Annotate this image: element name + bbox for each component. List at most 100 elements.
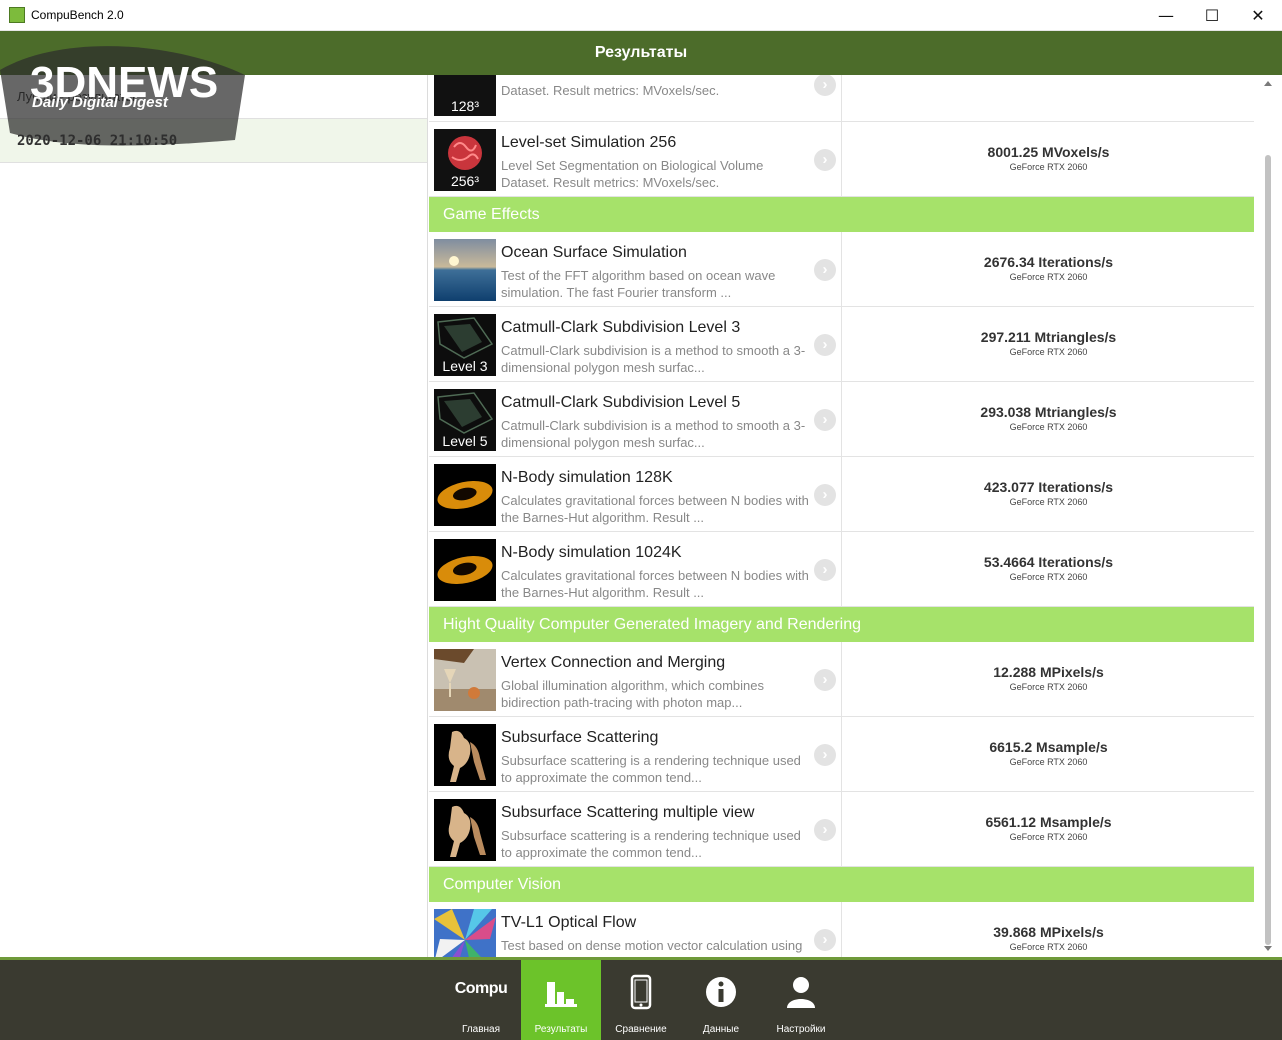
benchmark-row[interactable]: 128³ Dataset. Result metrics: MVoxels/sec…	[429, 75, 1254, 122]
benchmark-score: 2676.34 Iterations/s	[983, 254, 1114, 270]
bottom-navbar: Compu Главная Результаты Сравнение Данны…	[0, 957, 1282, 1040]
maximize-button[interactable]: ☐	[1189, 0, 1235, 31]
chevron-right-icon[interactable]: ›	[814, 149, 836, 171]
benchmark-thumbnail	[434, 909, 496, 957]
nav-settings[interactable]: Настройки	[761, 960, 841, 1040]
benchmark-thumbnail: Level 3	[434, 314, 496, 376]
benchmark-score: 423.077 Iterations/s	[983, 479, 1114, 495]
result-session-item[interactable]: 2020-12-06 21:10:50	[0, 118, 427, 163]
benchmark-description: Test of the FFT algorithm based on ocean…	[501, 268, 776, 300]
bar-chart-icon	[545, 982, 577, 1007]
benchmark-title: Subsurface Scattering	[501, 729, 659, 746]
benchmark-description: Calculates gravitational forces between …	[501, 568, 809, 600]
benchmark-row[interactable]: Level 3 Catmull-Clark Subdivision Level 3…	[429, 307, 1254, 382]
benchmark-thumbnail	[434, 649, 496, 711]
result-session-date: 2020-12-06 21:10:50	[17, 133, 178, 149]
device-name: GeForce RTX 2060	[1009, 682, 1088, 692]
device-name: GeForce RTX 2060	[1009, 162, 1088, 172]
benchmark-image	[434, 539, 496, 601]
benchmark-row[interactable]: N-Body simulation 128K Calculates gravita…	[429, 457, 1254, 532]
compu-logo: Compu	[454, 980, 508, 997]
benchmark-row[interactable]: Subsurface Scattering multiple view Subsu…	[429, 792, 1254, 867]
benchmark-description: Subsurface scattering is a rendering tec…	[501, 828, 801, 860]
results-list[interactable]: 128³ Dataset. Result metrics: MVoxels/sec…	[429, 75, 1254, 957]
best-results-heading: Лучшие результаты	[17, 89, 136, 104]
result-cell: 12.288 MPixels/s GeForce RTX 2060	[841, 642, 1254, 716]
chevron-right-icon[interactable]: ›	[814, 744, 836, 766]
chevron-right-icon[interactable]: ›	[814, 75, 836, 96]
phone-icon	[630, 974, 652, 1010]
close-button[interactable]: ✕	[1235, 0, 1281, 31]
benchmark-title: N-Body simulation 1024K	[501, 544, 682, 561]
page-title: Результаты	[594, 44, 688, 61]
device-name: GeForce RTX 2060	[1009, 832, 1088, 842]
nav-settings-label: Настройки	[776, 1024, 826, 1035]
benchmark-score: 297.211 Mtriangles/s	[980, 329, 1117, 345]
benchmark-image	[434, 909, 496, 957]
benchmark-row[interactable]: Ocean Surface Simulation Test of the FFT …	[429, 232, 1254, 307]
nav-data[interactable]: Данные	[681, 960, 761, 1040]
benchmark-score: 53.4664 Iterations/s	[983, 554, 1114, 570]
chevron-right-icon[interactable]: ›	[814, 559, 836, 581]
benchmark-title: Vertex Connection and Merging	[501, 654, 726, 671]
benchmark-title: Subsurface Scattering multiple view	[501, 804, 755, 821]
thumbnail-label: 128³	[450, 98, 480, 114]
result-cell: 6561.12 Msample/s GeForce RTX 2060	[841, 792, 1254, 866]
device-name: GeForce RTX 2060	[1009, 272, 1088, 282]
benchmark-image	[434, 649, 496, 711]
benchmark-title: Level-set Simulation 256	[501, 134, 677, 151]
benchmark-score: 39.868 MPixels/s	[993, 924, 1104, 940]
scroll-up-arrow[interactable]	[1264, 81, 1272, 86]
benchmark-thumbnail	[434, 239, 496, 301]
benchmark-thumbnail: 256³	[434, 129, 496, 191]
benchmark-row[interactable]: Level 5 Catmull-Clark Subdivision Level 5…	[429, 382, 1254, 457]
app-icon	[9, 7, 25, 23]
result-cell: 297.211 Mtriangles/s GeForce RTX 2060	[841, 307, 1254, 381]
nav-home[interactable]: Compu Главная	[441, 960, 521, 1040]
benchmark-row[interactable]: 256³ Level-set Simulation 256 Level Set Se…	[429, 122, 1254, 197]
user-icon	[787, 977, 815, 1008]
benchmark-row[interactable]: Vertex Connection and Merging Global illu…	[429, 642, 1254, 717]
info-icon	[706, 977, 736, 1007]
nav-compare[interactable]: Сравнение	[601, 960, 681, 1040]
benchmark-description: Dataset. Result metrics: MVoxels/sec.	[501, 83, 720, 98]
result-cell: 6615.2 Msample/s GeForce RTX 2060	[841, 717, 1254, 791]
benchmark-image	[434, 799, 496, 861]
benchmark-title: TV-L1 Optical Flow	[501, 914, 637, 931]
benchmark-score: 6561.12 Msample/s	[985, 814, 1112, 830]
chevron-right-icon[interactable]: ›	[814, 819, 836, 841]
result-cell	[841, 75, 1254, 121]
scroll-down-arrow[interactable]	[1264, 946, 1272, 951]
benchmark-row[interactable]: N-Body simulation 1024K Calculates gravit…	[429, 532, 1254, 607]
benchmark-description: Test based on dense motion vector calcul…	[501, 938, 803, 957]
benchmark-thumbnail	[434, 724, 496, 786]
section-header: Hight Quality Computer Generated Imagery…	[429, 607, 1254, 642]
chevron-right-icon[interactable]: ›	[814, 929, 836, 951]
benchmark-description: Calculates gravitational forces between …	[501, 493, 809, 525]
nav-results[interactable]: Результаты	[521, 960, 601, 1040]
left-panel: Лучшие результаты 2020-12-06 21:10:50	[0, 75, 428, 957]
benchmark-row[interactable]: Subsurface Scattering Subsurface scatteri…	[429, 717, 1254, 792]
benchmark-thumbnail: Level 5	[434, 389, 496, 451]
minimize-button[interactable]: —	[1143, 0, 1189, 31]
scrollbar[interactable]	[1262, 75, 1274, 957]
page-header: Результаты	[0, 31, 1282, 75]
chevron-right-icon[interactable]: ›	[814, 334, 836, 356]
device-name: GeForce RTX 2060	[1009, 942, 1088, 952]
chevron-right-icon[interactable]: ›	[814, 259, 836, 281]
nav-results-label: Результаты	[534, 1024, 588, 1035]
thumbnail-label: Level 5	[442, 433, 488, 449]
chevron-right-icon[interactable]: ›	[814, 669, 836, 691]
benchmark-score: 12.288 MPixels/s	[993, 664, 1104, 680]
result-cell: 53.4664 Iterations/s GeForce RTX 2060	[841, 532, 1254, 606]
window-titlebar: CompuBench 2.0 — ☐ ✕	[0, 0, 1282, 31]
chevron-right-icon[interactable]: ›	[814, 484, 836, 506]
benchmark-thumbnail	[434, 464, 496, 526]
benchmark-score: 8001.25 MVoxels/s	[987, 144, 1110, 160]
result-cell: 8001.25 MVoxels/s GeForce RTX 2060	[841, 122, 1254, 196]
chevron-right-icon[interactable]: ›	[814, 409, 836, 431]
benchmark-row[interactable]: TV-L1 Optical Flow Test based on dense mo…	[429, 902, 1254, 957]
scroll-thumb[interactable]	[1265, 155, 1271, 945]
section-header: Game Effects	[429, 197, 1254, 232]
device-name: GeForce RTX 2060	[1009, 497, 1088, 507]
